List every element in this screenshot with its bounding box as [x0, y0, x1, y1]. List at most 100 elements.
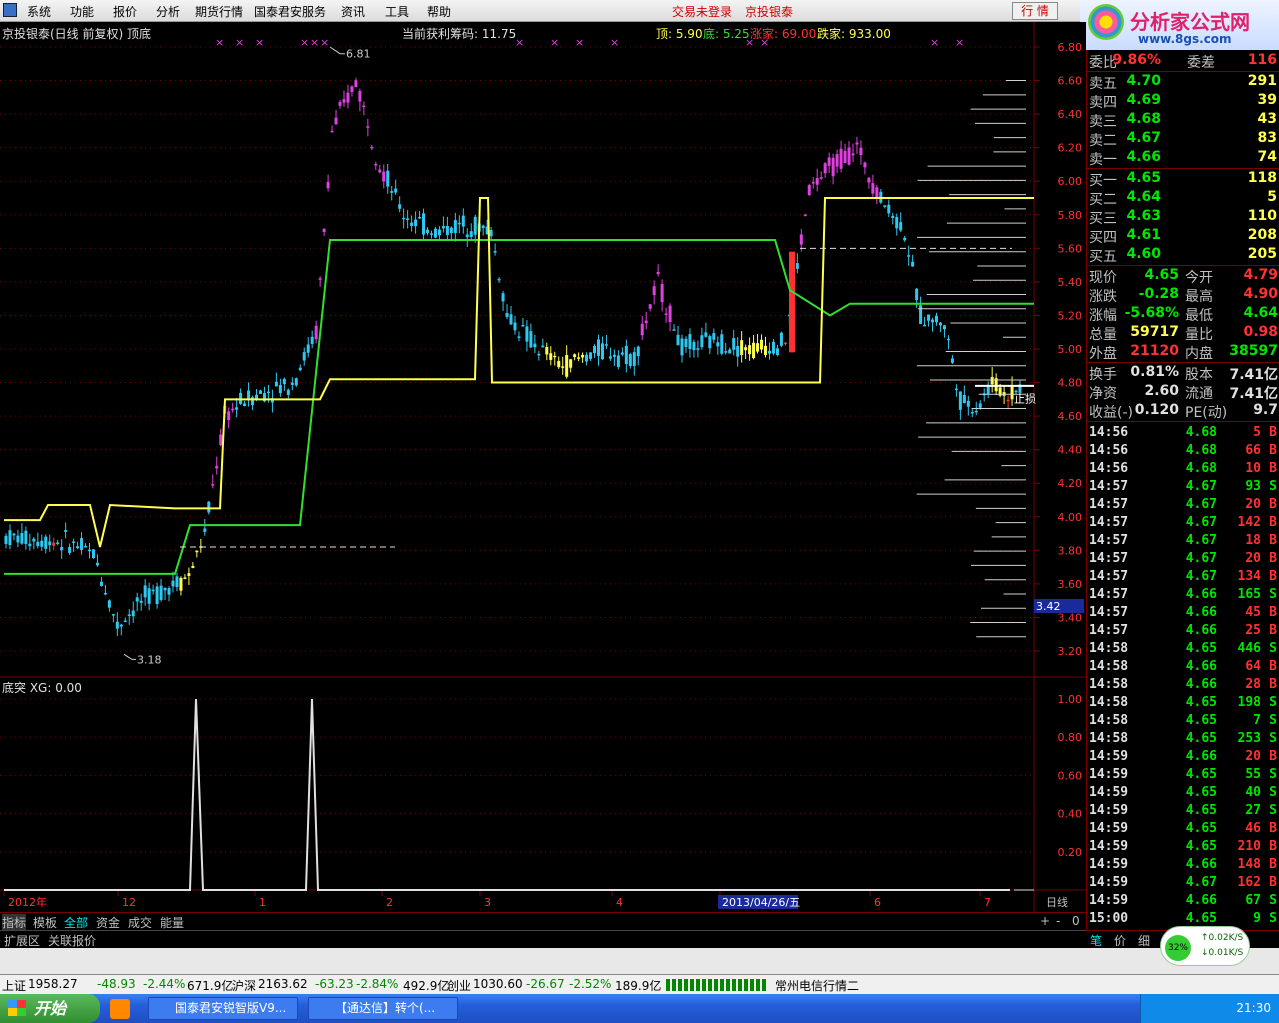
cy-value: 1030.60: [473, 977, 523, 991]
candle-body: [44, 536, 48, 549]
start-button[interactable]: 开始: [0, 994, 100, 1023]
tick-vol: 5: [1253, 425, 1261, 440]
quicklaunch-icon[interactable]: [110, 999, 130, 1019]
reset-button[interactable]: 0: [1072, 914, 1080, 928]
tab-related-quote[interactable]: 关联报价: [48, 932, 96, 949]
tick-side: B: [1269, 569, 1277, 584]
tick-vol: 27: [1245, 803, 1261, 818]
zoom-in-button[interactable]: +: [1040, 914, 1050, 928]
candle-body: [620, 352, 624, 355]
candle-body: [915, 288, 919, 301]
candle-body: [839, 148, 843, 169]
candle-body: [32, 538, 36, 542]
candle-body: [382, 171, 386, 182]
candle-body: [437, 229, 441, 236]
tick-price: 4.66: [1185, 749, 1217, 764]
candle-body: [891, 215, 895, 218]
tab-template[interactable]: 模板: [33, 914, 57, 931]
signal-marker: ×: [930, 36, 939, 49]
status-spacer: [0, 948, 1279, 974]
candle-body: [338, 102, 342, 106]
server-name[interactable]: 常州电信行情二: [775, 977, 859, 994]
taskbar-item-app[interactable]: 国泰君安锐智版V9...: [148, 997, 298, 1020]
candle-body: [708, 335, 712, 349]
candle-body: [966, 400, 970, 407]
net-down-rate: 0.01K/S: [1208, 948, 1244, 958]
menu-analysis[interactable]: 分析: [156, 3, 180, 20]
candle-body: [139, 600, 143, 603]
candle-body: [227, 411, 231, 421]
chart-canvas[interactable]: 6.80 6.60 6.40 6.20 6.00 5.80 5.60 5.40 5.20 5.00…: [0, 22, 1086, 912]
candle-body: [789, 251, 795, 353]
candle-body: [811, 182, 815, 184]
app-icon[interactable]: [3, 3, 17, 17]
tick-time: 14:56: [1089, 461, 1129, 476]
candle-body: [799, 234, 803, 245]
system-tray: 21:30: [1140, 994, 1279, 1023]
candle-body: [441, 226, 445, 229]
price-tick-label: 6.80: [1058, 41, 1083, 54]
kline-chart[interactable]: 6.80 6.60 6.40 6.20 6.00 5.80 5.60 5.40 5.20 5.00…: [0, 22, 1086, 912]
date-tick-label: 2: [386, 896, 393, 909]
candle-body: [803, 214, 807, 216]
candle-body: [123, 620, 127, 623]
menu-broker-service[interactable]: 国泰君安服务: [254, 3, 326, 20]
candle-body: [457, 222, 461, 225]
candle-body: [668, 305, 672, 323]
menu-help[interactable]: 帮助: [427, 3, 451, 20]
menu-news[interactable]: 资讯: [341, 3, 365, 20]
trade-status[interactable]: 交易未登录: [672, 3, 732, 20]
candle-body: [68, 547, 72, 553]
menu-tools[interactable]: 工具: [385, 3, 409, 20]
menu-function[interactable]: 功能: [70, 3, 94, 20]
price-tick-label: 5.00: [1058, 343, 1083, 356]
candle-body: [672, 329, 676, 331]
ask-row-price: 4.66: [1126, 149, 1161, 165]
date-tick-label: 6: [874, 896, 881, 909]
bid-row: 买二 4.64 5: [1089, 189, 1278, 208]
candle-body: [24, 530, 28, 544]
tab-all[interactable]: 全部: [64, 914, 88, 931]
tick-vol: 64: [1245, 659, 1261, 674]
menu-quote[interactable]: 报价: [113, 3, 137, 20]
tick-side: B: [1269, 749, 1277, 764]
candle-body: [537, 353, 541, 356]
cy-percent: -2.52%: [569, 977, 612, 991]
signal-marker: ×: [575, 36, 584, 49]
candle-body: [652, 286, 656, 296]
tick-vol: 446: [1237, 641, 1261, 656]
menu-system[interactable]: 系统: [27, 3, 51, 20]
menu-futures[interactable]: 期货行情: [195, 3, 243, 20]
tab-extension[interactable]: 扩展区: [4, 932, 40, 949]
tick-side: B: [1269, 623, 1277, 638]
tick-side: B: [1269, 659, 1277, 674]
candle-body: [779, 332, 783, 346]
candle-body: [942, 325, 946, 330]
taskbar-item-browser[interactable]: 【通达信】转个(...: [308, 997, 458, 1020]
candle-body: [449, 227, 453, 234]
tick-price: 4.68: [1185, 425, 1217, 440]
market-breadth-bar: [666, 979, 766, 991]
candle-body: [593, 345, 597, 354]
order-ratio-row: 委比 9.86% 委差 116: [1089, 52, 1278, 71]
candle-body: [103, 592, 107, 595]
bid-row-price: 4.63: [1126, 208, 1161, 224]
candle-body: [366, 126, 370, 128]
quote-button[interactable]: 行 情: [1012, 2, 1058, 20]
tab-capital[interactable]: 资金: [96, 914, 120, 931]
price-tick-label: 3.40: [1058, 611, 1083, 624]
tick-time: 14:58: [1089, 659, 1129, 674]
tab-energy[interactable]: 能量: [160, 914, 184, 931]
tab-indicator[interactable]: 指标: [2, 914, 27, 931]
candle-body: [907, 255, 911, 257]
tab-volume[interactable]: 成交: [128, 914, 152, 931]
tick-side: S: [1269, 641, 1277, 656]
extension-bar: 扩展区 关联报价: [0, 930, 1086, 948]
tab-detail[interactable]: 细: [1138, 932, 1150, 949]
candle-body: [505, 312, 509, 317]
candle-body: [64, 530, 68, 532]
zoom-out-button[interactable]: -: [1056, 914, 1060, 928]
tab-price[interactable]: 价: [1114, 932, 1126, 949]
tab-ticks[interactable]: 笔: [1090, 932, 1102, 949]
tick-vol: 134: [1237, 569, 1261, 584]
